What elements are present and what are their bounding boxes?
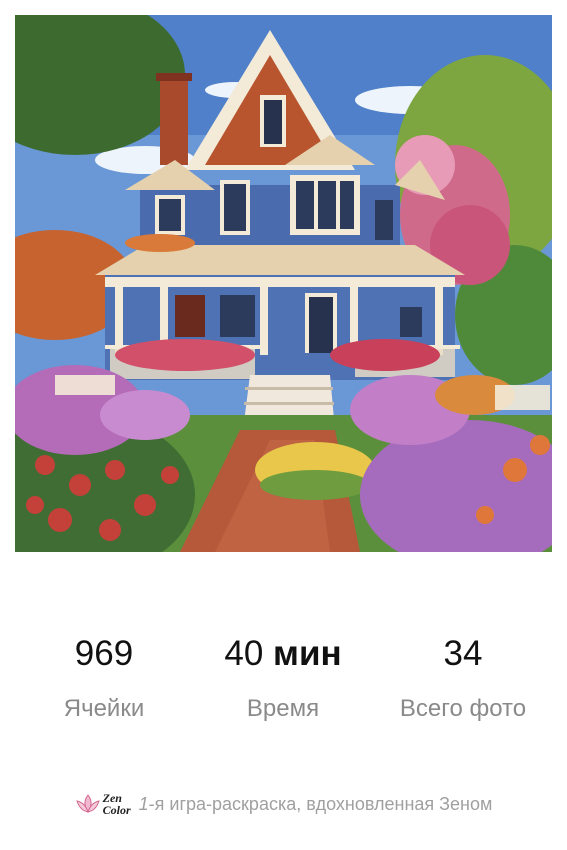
time-label: Время <box>246 695 320 722</box>
tagline-text: -я игра-раскраска, вдохновленная Зеном <box>148 793 493 814</box>
time-number: 40 <box>224 634 264 673</box>
photos-label: Всего фото <box>399 695 527 722</box>
lotus-icon <box>75 794 100 813</box>
time-unit: мин <box>273 634 342 673</box>
cells-count: 969 <box>74 634 134 673</box>
stats-panel: 969 Ячейки 40 мин Время 34 Всего фото <box>0 630 567 730</box>
photos-count: 34 <box>443 634 483 673</box>
victorian-house-illustration <box>15 15 552 552</box>
footer: Zen Color 1-я игра-раскраска, вдохновлен… <box>0 784 567 824</box>
artwork-image[interactable] <box>15 15 552 552</box>
stat-time: 40 мин Время <box>188 630 378 723</box>
zen-color-logo[interactable]: Zen Color <box>75 791 131 817</box>
logo-text: Zen Color <box>103 792 131 816</box>
tagline: 1-я игра-раскраска, вдохновленная Зеном <box>139 794 493 815</box>
cells-label: Ячейки <box>63 695 145 722</box>
stat-cells: 969 Ячейки <box>9 630 199 723</box>
stat-photos: 34 Всего фото <box>368 630 558 723</box>
tagline-number: 1 <box>138 793 149 814</box>
logo-line-2: Color <box>102 803 131 817</box>
time-value: 40 мин <box>188 630 378 678</box>
